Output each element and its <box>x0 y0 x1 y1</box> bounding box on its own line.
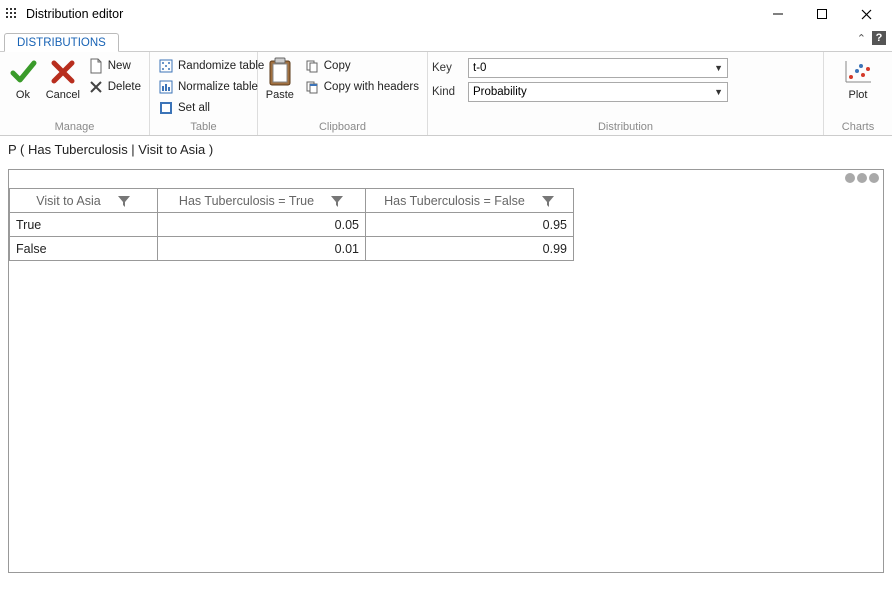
paste-label: Paste <box>266 89 294 101</box>
normalize-label: Normalize table <box>178 81 258 93</box>
tab-distributions[interactable]: DISTRIBUTIONS <box>4 33 119 52</box>
window-title: Distribution editor <box>26 7 123 21</box>
filter-icon[interactable] <box>541 194 555 208</box>
new-button[interactable]: New <box>84 56 145 76</box>
ribbon-group-table: Randomize table Normalize table Set all … <box>150 52 258 135</box>
setall-icon <box>158 100 174 116</box>
row-label: True <box>10 213 158 237</box>
plot-label: Plot <box>849 89 868 101</box>
ribbon-group-charts: Plot Charts <box>824 52 892 135</box>
kind-label: Kind <box>432 86 462 98</box>
cell-value[interactable]: 0.05 <box>158 213 366 237</box>
new-label: New <box>108 60 131 72</box>
copy-icon <box>304 58 320 74</box>
randomize-icon <box>158 58 174 74</box>
cell-value[interactable]: 0.95 <box>366 213 574 237</box>
new-document-icon <box>88 58 104 74</box>
clipboard-icon <box>264 56 296 88</box>
dot-icon <box>857 173 867 183</box>
formula-bar: P ( Has Tuberculosis | Visit to Asia ) <box>0 136 892 163</box>
row-label: False <box>10 237 158 261</box>
header-text: Has Tuberculosis = True <box>179 194 314 208</box>
dot-icon <box>869 173 879 183</box>
distribution-table: Visit to Asia Has Tuberculosis = True <box>9 188 574 261</box>
ok-button[interactable]: Ok <box>4 54 42 101</box>
group-label-clipboard: Clipboard <box>262 120 423 135</box>
minimize-button[interactable] <box>756 0 800 28</box>
normalize-icon <box>158 79 174 95</box>
dropdown-arrow-icon: ▼ <box>714 87 723 97</box>
delete-label: Delete <box>108 81 141 93</box>
copy-button[interactable]: Copy <box>300 56 423 76</box>
filter-icon[interactable] <box>330 194 344 208</box>
group-label-manage: Manage <box>4 120 145 135</box>
ribbon-tabstrip: DISTRIBUTIONS ⌃ ? <box>0 28 892 52</box>
copy-headers-label: Copy with headers <box>324 81 419 93</box>
collapse-ribbon-icon[interactable]: ⌃ <box>857 32 866 45</box>
header-text: Has Tuberculosis = False <box>384 194 525 208</box>
view-mode-dots[interactable] <box>845 173 879 183</box>
copy-with-headers-button[interactable]: Copy with headers <box>300 77 423 97</box>
ok-label: Ok <box>16 89 30 101</box>
dot-icon <box>845 173 855 183</box>
close-button[interactable] <box>844 0 888 28</box>
grid-panel: Visit to Asia Has Tuberculosis = True <box>8 169 884 573</box>
title-bar: Distribution editor <box>0 0 892 28</box>
column-header[interactable]: Visit to Asia <box>10 189 158 213</box>
randomize-table-button[interactable]: Randomize table <box>154 56 268 76</box>
checkmark-icon <box>7 56 39 88</box>
cancel-button[interactable]: Cancel <box>44 54 82 101</box>
table-row[interactable]: True 0.05 0.95 <box>10 213 574 237</box>
key-combobox[interactable]: t-0 ▼ <box>468 58 728 78</box>
help-icon[interactable]: ? <box>872 31 886 45</box>
column-header[interactable]: Has Tuberculosis = True <box>158 189 366 213</box>
filter-icon[interactable] <box>117 194 131 208</box>
kind-value: Probability <box>473 86 527 98</box>
group-label-distribution: Distribution <box>432 120 819 135</box>
table-row[interactable]: False 0.01 0.99 <box>10 237 574 261</box>
cell-value[interactable]: 0.01 <box>158 237 366 261</box>
ribbon: Ok Cancel New Dele <box>0 52 892 136</box>
dropdown-arrow-icon: ▼ <box>714 63 723 73</box>
scatter-plot-icon <box>842 56 874 88</box>
delete-icon <box>88 79 104 95</box>
kind-combobox[interactable]: Probability ▼ <box>468 82 728 102</box>
group-label-table: Table <box>154 120 253 135</box>
randomize-label: Randomize table <box>178 60 264 72</box>
plot-button[interactable]: Plot <box>830 54 886 101</box>
app-icon <box>4 6 20 22</box>
group-label-charts: Charts <box>828 120 888 135</box>
maximize-button[interactable] <box>800 0 844 28</box>
cell-value[interactable]: 0.99 <box>366 237 574 261</box>
cancel-label: Cancel <box>46 89 80 101</box>
normalize-table-button[interactable]: Normalize table <box>154 77 268 97</box>
paste-button[interactable]: Paste <box>262 54 298 101</box>
cross-icon <box>47 56 79 88</box>
copy-label: Copy <box>324 60 351 72</box>
column-header[interactable]: Has Tuberculosis = False <box>366 189 574 213</box>
header-text: Visit to Asia <box>36 194 100 208</box>
key-value: t-0 <box>473 62 486 74</box>
delete-button[interactable]: Delete <box>84 77 145 97</box>
set-all-button[interactable]: Set all <box>154 98 268 118</box>
ribbon-group-clipboard: Paste Copy Copy with headers Clipboard <box>258 52 428 135</box>
ribbon-group-manage: Ok Cancel New Dele <box>0 52 150 135</box>
copy-headers-icon <box>304 79 320 95</box>
setall-label: Set all <box>178 102 210 114</box>
key-label: Key <box>432 62 462 74</box>
ribbon-group-distribution: Key t-0 ▼ Kind Probability ▼ Distributio… <box>428 52 824 135</box>
